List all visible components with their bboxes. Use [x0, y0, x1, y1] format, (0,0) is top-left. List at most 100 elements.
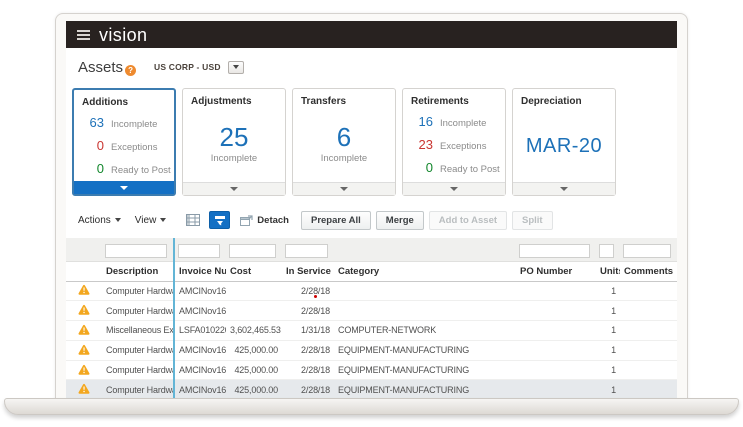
- add-to-asset-button: Add to Asset: [429, 211, 507, 230]
- prepare-all-button[interactable]: Prepare All: [301, 211, 371, 230]
- filter-cell: [516, 238, 596, 261]
- split-button: Split: [512, 211, 553, 230]
- filter-cell: [282, 238, 334, 261]
- grid-head: DescriptionInvoice NumberCostIn Service …: [66, 238, 677, 281]
- help-icon[interactable]: ?: [125, 65, 136, 76]
- query-by-example-icon[interactable]: [209, 211, 230, 229]
- stat-row: 0 Ready to Post: [78, 161, 174, 177]
- tile-additions[interactable]: Additions 63 Incomplete 0 Exceptions 0 R…: [72, 88, 176, 196]
- tile-expand-toggle[interactable]: [183, 182, 285, 195]
- warning-icon: [78, 364, 90, 375]
- cell-description: Computer Hardware: [102, 340, 174, 360]
- units-column-header[interactable]: Units: [596, 261, 620, 281]
- menu-icon[interactable]: [77, 30, 90, 40]
- chevron-down-icon: [450, 187, 458, 191]
- cell-po-number: [516, 340, 596, 360]
- required-marker-icon: [314, 295, 317, 298]
- stat-value: 0: [407, 160, 433, 175]
- tile-big-value: 25: [183, 123, 285, 151]
- cell-category: [334, 301, 516, 321]
- filter-comments-input[interactable]: [623, 244, 671, 258]
- cell-comments: [620, 380, 677, 400]
- cell-cost: 3,602,465.53: [226, 321, 282, 341]
- stat-row: 23 Exceptions: [407, 137, 505, 153]
- detach-icon: [240, 215, 253, 226]
- chevron-down-icon: [560, 187, 568, 191]
- cell-invoice-number: AMCINov1604: [174, 380, 226, 400]
- filter-invoice-number-input[interactable]: [178, 244, 220, 258]
- filter-po-number-input[interactable]: [519, 244, 590, 258]
- tile-adjustments[interactable]: Adjustments 25 Incomplete: [182, 88, 286, 196]
- app-window: vision Assets ? US CORP - USD Additions …: [66, 21, 677, 400]
- row-status-cell: [66, 281, 102, 301]
- cell-description: Computer Hardware: [102, 380, 174, 400]
- tile-expand-toggle[interactable]: [513, 182, 615, 195]
- description-column-header[interactable]: Description: [102, 261, 174, 281]
- stat-value: 16: [407, 114, 433, 129]
- in-service-date-column-header[interactable]: In Service Date: [282, 261, 334, 281]
- actions-menu[interactable]: Actions: [78, 215, 121, 226]
- freeze-columns-icon[interactable]: [186, 214, 200, 226]
- tile-caption: Incomplete: [183, 153, 285, 164]
- grid-body: Computer HardwareAMCINov16042/28/181Comp…: [66, 281, 677, 400]
- tile-title: Additions: [74, 90, 174, 108]
- warning-icon: [78, 304, 90, 315]
- cell-po-number: [516, 301, 596, 321]
- stat-label: Ready to Post: [111, 165, 171, 176]
- cell-units: 1: [596, 360, 620, 380]
- filter-cell: [102, 238, 174, 261]
- filter-cost-input[interactable]: [229, 244, 276, 258]
- cost-column-header[interactable]: Cost: [226, 261, 282, 281]
- tile-retirements[interactable]: Retirements 16 Incomplete 23 Exceptions …: [402, 88, 506, 196]
- filter-in-service-date-input[interactable]: [285, 244, 328, 258]
- po-number-column-header[interactable]: PO Number: [516, 261, 596, 281]
- cell-units: 1: [596, 281, 620, 301]
- merge-button[interactable]: Merge: [376, 211, 424, 230]
- category-column-header[interactable]: Category: [334, 261, 516, 281]
- row-status-cell: [66, 380, 102, 400]
- cell-comments: [620, 321, 677, 341]
- context-dropdown-button[interactable]: [228, 61, 244, 74]
- stat-label: Exceptions: [440, 141, 486, 152]
- cell-invoice-number: AMCINov1604: [174, 360, 226, 380]
- cell-category: EQUIPMENT-MANUFACTURING: [334, 380, 516, 400]
- tile-big-value: 6: [293, 123, 395, 151]
- tile-caption: Incomplete: [293, 153, 395, 164]
- cell-po-number: [516, 380, 596, 400]
- stat-row: 63 Incomplete: [78, 115, 174, 131]
- cell-units: 1: [596, 380, 620, 400]
- table-row[interactable]: Miscellaneous Ex...LSFA010220143,602,465…: [66, 321, 677, 341]
- filter-description-input[interactable]: [105, 244, 167, 258]
- table-row[interactable]: Computer HardwareAMCINov16042/28/181: [66, 281, 677, 301]
- tile-depreciation[interactable]: Depreciation MAR-20: [512, 88, 616, 196]
- tile-expand-toggle[interactable]: [74, 181, 174, 194]
- invoice-number-column-header[interactable]: Invoice Number: [174, 261, 226, 281]
- ledger-context-label: US CORP - USD: [154, 62, 221, 72]
- table-row[interactable]: Computer HardwareAMCINov1604425,000.002/…: [66, 340, 677, 360]
- filter-units-input[interactable]: [599, 244, 614, 258]
- warning-icon: [78, 284, 90, 295]
- stat-label: Incomplete: [440, 118, 486, 129]
- warning-icon: [78, 344, 90, 355]
- tile-expand-toggle[interactable]: [293, 182, 395, 195]
- table-row[interactable]: Computer HardwareAMCINov1604425,000.002/…: [66, 380, 677, 400]
- view-menu[interactable]: View: [135, 215, 167, 226]
- app-header-bar: vision: [66, 21, 677, 48]
- table-row[interactable]: Computer HardwareAMCINov16042/28/181: [66, 301, 677, 321]
- filter-cell: [226, 238, 282, 261]
- stat-row: 0 Ready to Post: [407, 160, 505, 176]
- tile-expand-toggle[interactable]: [403, 182, 505, 195]
- laptop-bezel: vision Assets ? US CORP - USD Additions …: [55, 13, 688, 400]
- detach-button[interactable]: Detach: [240, 215, 289, 226]
- table-toolbar: Actions View Detach Prepare All Merge Add …: [66, 205, 677, 235]
- cell-units: 1: [596, 321, 620, 341]
- tile-transfers[interactable]: Transfers 6 Incomplete: [292, 88, 396, 196]
- table-row[interactable]: Computer HardwareAMCINov1604425,000.002/…: [66, 360, 677, 380]
- comments-column-header[interactable]: Comments: [620, 261, 677, 281]
- cell-comments: [620, 281, 677, 301]
- filter-cell: [620, 238, 677, 261]
- cell-in-service-date: 2/28/18: [282, 360, 334, 380]
- chevron-down-icon: [115, 218, 121, 222]
- cell-invoice-number: AMCINov1604: [174, 340, 226, 360]
- cell-in-service-date: 2/28/18: [282, 340, 334, 360]
